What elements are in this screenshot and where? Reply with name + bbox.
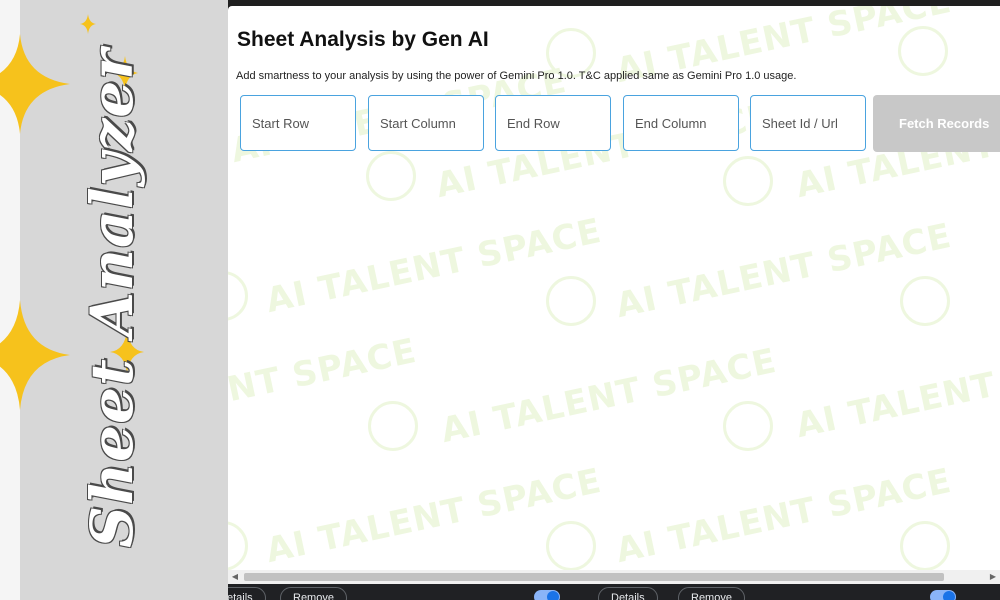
scroll-left-icon[interactable]: ◀ (228, 570, 242, 584)
watermark-brain-icon (228, 521, 248, 571)
watermark-brain-icon (368, 401, 418, 451)
watermark: AI TALENT SPACE (262, 210, 606, 322)
scroll-right-icon[interactable]: ▶ (986, 570, 1000, 584)
watermark-brain-icon (546, 521, 596, 571)
watermark: AI TALENT SPACE (792, 336, 1000, 447)
start-row-input[interactable] (240, 95, 356, 151)
extension-toggle[interactable] (534, 590, 560, 600)
watermark-brain-icon (228, 271, 248, 321)
sheet-analyzer-banner: Sheet Analyzer (0, 0, 228, 600)
end-column-input[interactable] (623, 95, 739, 151)
watermark: AI TALENT SPACE (612, 215, 956, 327)
extension-toggle[interactable] (930, 590, 956, 600)
remove-button[interactable]: Remove (678, 587, 745, 600)
watermark-brain-icon (900, 521, 950, 571)
sheet-id-input[interactable] (750, 95, 866, 151)
sheet-analysis-panel: AI TALENT SPACE AI TALENT SPACE AI TALEN… (228, 6, 1000, 584)
watermark-brain-icon (900, 276, 950, 326)
banner-title: Sheet Analyzer (78, 48, 146, 548)
horizontal-scrollbar[interactable]: ◀ ▶ (228, 570, 1000, 584)
fetch-records-button[interactable]: Fetch Records (873, 95, 1000, 152)
end-row-input[interactable] (495, 95, 611, 151)
start-column-input[interactable] (368, 95, 484, 151)
details-button[interactable]: etails (228, 587, 266, 600)
watermark: AI TALENT SPACE (228, 330, 421, 441)
extensions-bottom-bar: etails Remove Details Remove (228, 584, 1000, 600)
sparkle-icon (0, 34, 70, 134)
watermark: AI TALENT SPACE (262, 460, 606, 572)
watermark: AI TALENT SPACE (437, 340, 781, 452)
watermark-brain-icon (546, 276, 596, 326)
watermark-brain-icon (723, 401, 773, 451)
watermark: AI TALENT SPACE (612, 460, 956, 572)
watermark-brain-icon (898, 26, 948, 76)
sparkle-icon (80, 14, 96, 34)
scrollbar-thumb[interactable] (244, 573, 944, 581)
sparkle-icon (0, 300, 70, 410)
watermark-brain-icon (366, 151, 416, 201)
panel-subtitle: Add smartness to your analysis by using … (236, 70, 797, 82)
details-button[interactable]: Details (598, 587, 658, 600)
panel-title: Sheet Analysis by Gen AI (237, 28, 489, 51)
remove-button[interactable]: Remove (280, 587, 347, 600)
watermark-brain-icon (723, 156, 773, 206)
